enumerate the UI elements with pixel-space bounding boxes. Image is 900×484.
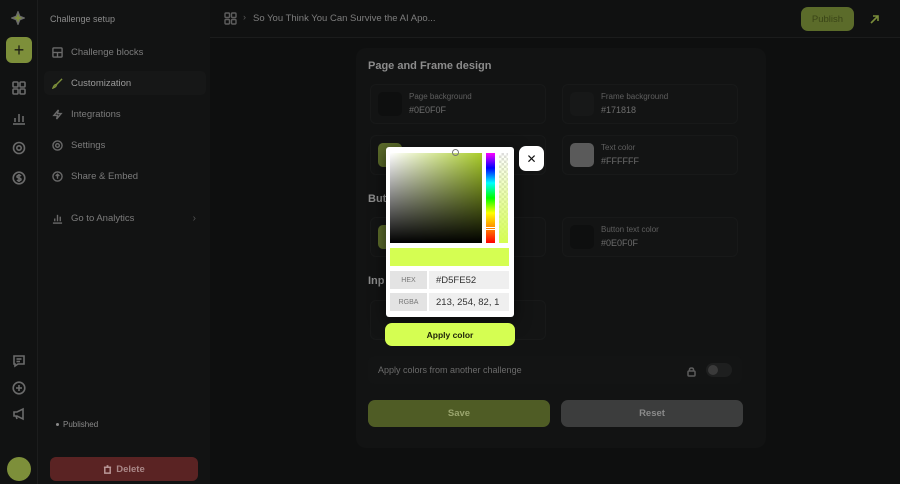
save-button[interactable]: Save <box>368 400 550 427</box>
rgba-input[interactable]: 213, 254, 82, 1 <box>429 293 509 311</box>
hue-slider-handle[interactable] <box>485 227 496 230</box>
card-label: Page background <box>409 92 472 101</box>
sidebar-title: Challenge setup <box>50 14 116 24</box>
color-swatch[interactable] <box>570 92 594 116</box>
megaphone-icon[interactable] <box>9 404 29 424</box>
sidebar-item-go-to-analytics[interactable]: Go to Analytics › <box>44 206 206 230</box>
card-value: #FFFFFF <box>601 156 639 166</box>
publish-button[interactable]: Publish <box>801 7 854 31</box>
color-swatch[interactable] <box>570 143 594 167</box>
color-preview <box>390 248 509 266</box>
app-root: + Challenge setup Challenge blocks Custo… <box>0 0 900 484</box>
color-swatch[interactable] <box>378 92 402 116</box>
apply-colors-label: Apply colors from another challenge <box>378 365 522 375</box>
add-icon: + <box>13 40 25 60</box>
sidebar-item-challenge-blocks[interactable]: Challenge blocks <box>44 40 206 64</box>
sidebar-item-customization[interactable]: Customization <box>44 71 206 95</box>
add-button[interactable]: + <box>6 37 32 63</box>
external-link-icon[interactable] <box>869 12 882 25</box>
card-label: Button text color <box>601 225 659 234</box>
toggle-knob <box>708 365 718 375</box>
status-dot <box>56 423 59 426</box>
icon-rail: + <box>0 0 38 484</box>
gear-icon <box>52 139 63 151</box>
card-value: #0E0F0F <box>601 238 639 248</box>
sidebar-item-label: Share & Embed <box>71 170 139 182</box>
trash-icon <box>104 464 112 474</box>
gear-icon[interactable] <box>9 138 29 158</box>
reset-button[interactable]: Reset <box>561 400 743 427</box>
sidebar-item-label: Challenge blocks <box>71 46 144 58</box>
hue-slider[interactable] <box>485 153 496 243</box>
sidebar: Challenge setup Challenge blocks Customi… <box>38 0 210 484</box>
rgba-label: RGBA <box>390 293 427 311</box>
chart-icon <box>52 214 63 224</box>
card-label: Text color <box>601 143 636 152</box>
card-value: #0E0F0F <box>409 105 447 115</box>
chat-icon[interactable] <box>9 351 29 371</box>
status-badge: Published <box>56 420 98 429</box>
sidebar-item-label: Customization <box>71 77 132 89</box>
grid-icon[interactable] <box>9 78 29 98</box>
brush-icon <box>52 77 63 89</box>
hex-label: HEX <box>390 271 427 289</box>
card-label: Frame background <box>601 92 669 101</box>
blocks-icon[interactable] <box>224 12 237 25</box>
section-title-inputs: Inp <box>368 275 385 287</box>
chart-icon[interactable] <box>9 108 29 128</box>
card-value: #171818 <box>601 105 637 115</box>
plus-circle-icon[interactable] <box>9 378 29 398</box>
avatar[interactable] <box>7 457 31 481</box>
lock-icon <box>686 364 697 377</box>
frame-background-card[interactable]: Frame background #171818 <box>562 84 738 124</box>
alpha-slider[interactable] <box>499 153 508 243</box>
sidebar-item-share-embed[interactable]: Share & Embed <box>44 164 206 188</box>
apply-colors-toggle[interactable] <box>706 363 732 377</box>
sidebar-item-label: Integrations <box>71 108 121 120</box>
dollar-icon[interactable] <box>9 168 29 188</box>
blocks-icon <box>52 46 63 58</box>
bolt-icon <box>52 108 63 120</box>
delete-label: Delete <box>116 463 145 475</box>
sidebar-item-integrations[interactable]: Integrations <box>44 102 206 126</box>
section-title-page-frame: Page and Frame design <box>368 60 492 72</box>
breadcrumb-separator: › <box>243 12 246 22</box>
text-color-card[interactable]: Text color #FFFFFF <box>562 135 738 175</box>
share-icon <box>52 170 63 182</box>
sidebar-item-label: Go to Analytics <box>71 212 135 224</box>
hex-input[interactable]: #D5FE52 <box>429 271 509 289</box>
delete-button[interactable]: Delete <box>50 457 198 481</box>
breadcrumb-title[interactable]: So You Think You Can Survive the AI Apo.… <box>253 13 436 24</box>
rgba-row: RGBA 213, 254, 82, 1 <box>390 293 509 311</box>
button-text-color-card[interactable]: Button text color #0E0F0F <box>562 217 738 257</box>
hex-row: HEX #D5FE52 <box>390 271 509 289</box>
close-icon: ✕ <box>526 151 537 166</box>
apply-colors-row: Apply colors from another challenge <box>368 356 742 384</box>
color-picker-popup: HEX #D5FE52 RGBA 213, 254, 82, 1 <box>386 147 514 317</box>
top-bar: › So You Think You Can Survive the AI Ap… <box>210 0 900 38</box>
chevron-right-icon: › <box>192 212 196 224</box>
color-swatch[interactable] <box>570 225 594 249</box>
apply-color-button[interactable]: Apply color <box>385 323 515 346</box>
sidebar-item-label: Settings <box>71 139 106 151</box>
page-background-card[interactable]: Page background #0E0F0F <box>370 84 546 124</box>
status-text: Published <box>63 420 99 429</box>
logo-icon[interactable] <box>9 9 27 27</box>
sidebar-item-settings[interactable]: Settings <box>44 133 206 157</box>
saturation-cursor[interactable] <box>452 149 459 156</box>
close-picker-button[interactable]: ✕ <box>519 146 544 171</box>
saturation-area[interactable] <box>390 149 482 243</box>
